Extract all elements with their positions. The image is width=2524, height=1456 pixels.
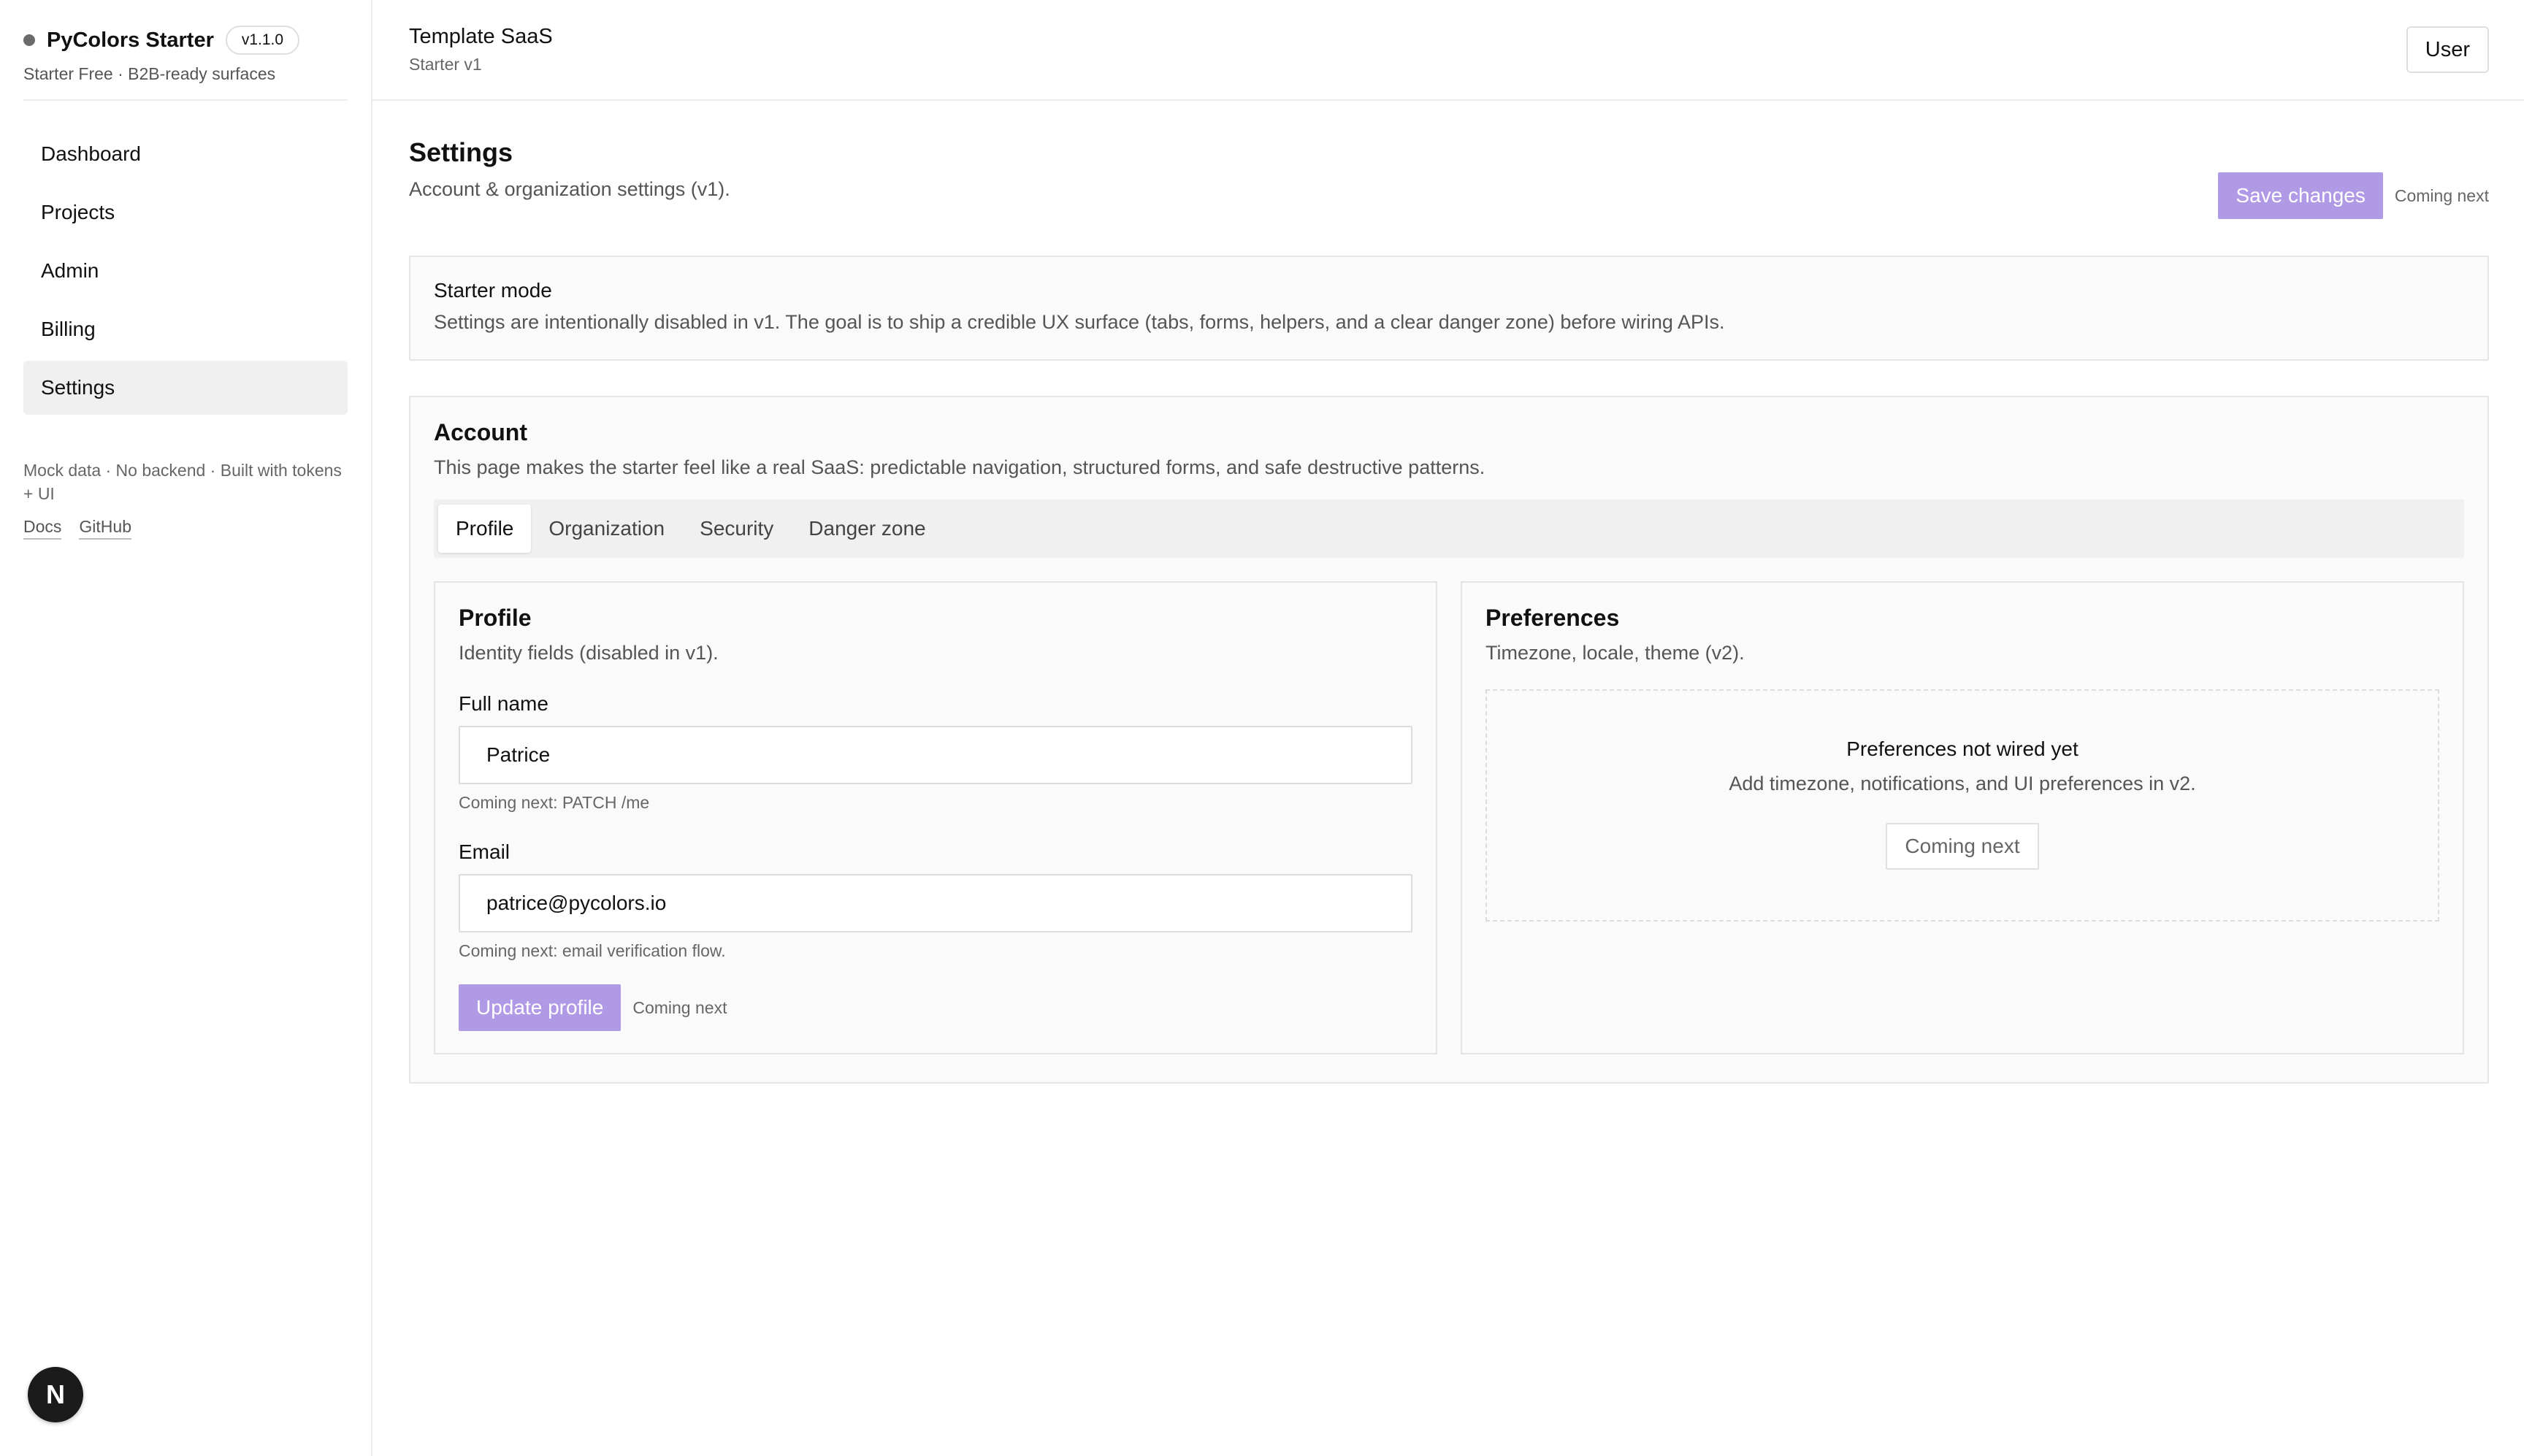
topbar-title: Template SaaS (409, 25, 553, 48)
floating-n-badge-button[interactable]: N (28, 1367, 83, 1422)
save-changes-button[interactable]: Save changes (2218, 172, 2383, 219)
preferences-empty-state: Preferences not wired yet Add timezone, … (1485, 689, 2439, 922)
topbar-titles: Template SaaS Starter v1 (409, 25, 553, 74)
email-input[interactable]: patrice@pycolors.io (459, 874, 1412, 932)
topbar-subtitle: Starter v1 (409, 55, 482, 74)
page-title: Settings (409, 137, 513, 167)
account-subtitle: This page makes the starter feel like a … (434, 456, 1485, 478)
profile-subtitle: Identity fields (disabled in v1). (459, 642, 719, 664)
sidebar-links: Docs GitHub (23, 517, 348, 540)
preferences-empty-text: Add timezone, notifications, and UI pref… (1729, 772, 2196, 794)
tab-danger-zone[interactable]: Danger zone (791, 505, 943, 553)
user-menu-button[interactable]: User (2406, 26, 2489, 73)
version-badge: v1.1.0 (225, 26, 300, 55)
sidebar-item-settings[interactable]: Settings (23, 361, 348, 415)
page-subtitle: Account & organization settings (v1). (409, 178, 730, 200)
tab-organization[interactable]: Organization (531, 505, 682, 553)
app-root: PyColors Starter v1.1.0 Starter Free · B… (0, 0, 2524, 1456)
docs-link[interactable]: Docs (23, 517, 62, 540)
preferences-empty-title: Preferences not wired yet (1846, 737, 2079, 760)
page-header: Settings Account & organization settings… (409, 101, 2489, 219)
preferences-subtitle: Timezone, locale, theme (v2). (1485, 642, 1745, 664)
profile-title: Profile (459, 605, 532, 631)
page-titles: Settings Account & organization settings… (409, 137, 730, 219)
email-label: Email (459, 840, 510, 863)
full-name-help: Coming next: PATCH /me (459, 793, 650, 812)
account-title: Account (434, 419, 527, 445)
full-name-input[interactable]: Patrice (459, 726, 1412, 784)
account-card: Account This page makes the starter feel… (409, 396, 2489, 1084)
tab-security[interactable]: Security (682, 505, 791, 553)
github-link[interactable]: GitHub (79, 517, 131, 540)
brand-row: PyColors Starter v1.1.0 (23, 25, 348, 55)
sidebar-item-projects[interactable]: Projects (23, 185, 348, 240)
brand-block: PyColors Starter v1.1.0 Starter Free · B… (23, 0, 348, 101)
account-tabs: Profile Organization Security Danger zon… (434, 499, 2464, 558)
preferences-panel: Preferences Timezone, locale, theme (v2)… (1461, 581, 2464, 1054)
page-actions: Save changes Coming next (2218, 172, 2489, 219)
profile-panel: Profile Identity fields (disabled in v1)… (434, 581, 1437, 1054)
page-content: Settings Account & organization settings… (372, 101, 2524, 1084)
update-coming-next-note: Coming next (632, 997, 727, 1017)
sidebar-footer-text: Mock data · No backend · Built with toke… (23, 461, 342, 503)
sidebar-item-dashboard[interactable]: Dashboard (23, 127, 348, 181)
starter-mode-text: Settings are intentionally disabled in v… (434, 311, 1725, 333)
brand-dot-icon (23, 34, 35, 46)
sidebar-item-admin[interactable]: Admin (23, 244, 348, 298)
sidebar: PyColors Starter v1.1.0 Starter Free · B… (0, 0, 372, 1456)
starter-mode-card: Starter mode Settings are intentionally … (409, 256, 2489, 361)
brand-subtitle: Starter Free · B2B-ready surfaces (23, 64, 276, 83)
tab-profile[interactable]: Profile (438, 505, 532, 553)
starter-mode-title: Starter mode (434, 279, 552, 302)
profile-actions: Update profile Coming next (459, 984, 1412, 1031)
account-panels: Profile Identity fields (disabled in v1)… (434, 581, 2464, 1054)
sidebar-nav: Dashboard Projects Admin Billing Setting… (23, 127, 348, 415)
save-coming-next-note: Coming next (2394, 185, 2489, 205)
sidebar-item-billing[interactable]: Billing (23, 302, 348, 356)
email-help: Coming next: email verification flow. (459, 941, 726, 960)
preferences-coming-next-button[interactable]: Coming next (1886, 822, 2039, 870)
brand-name: PyColors Starter (47, 28, 214, 52)
preferences-title: Preferences (1485, 605, 1620, 631)
update-profile-button[interactable]: Update profile (459, 984, 622, 1031)
main-area: Template SaaS Starter v1 User Settings A… (372, 0, 2524, 1456)
topbar: Template SaaS Starter v1 User (372, 0, 2524, 101)
full-name-label: Full name (459, 692, 548, 715)
